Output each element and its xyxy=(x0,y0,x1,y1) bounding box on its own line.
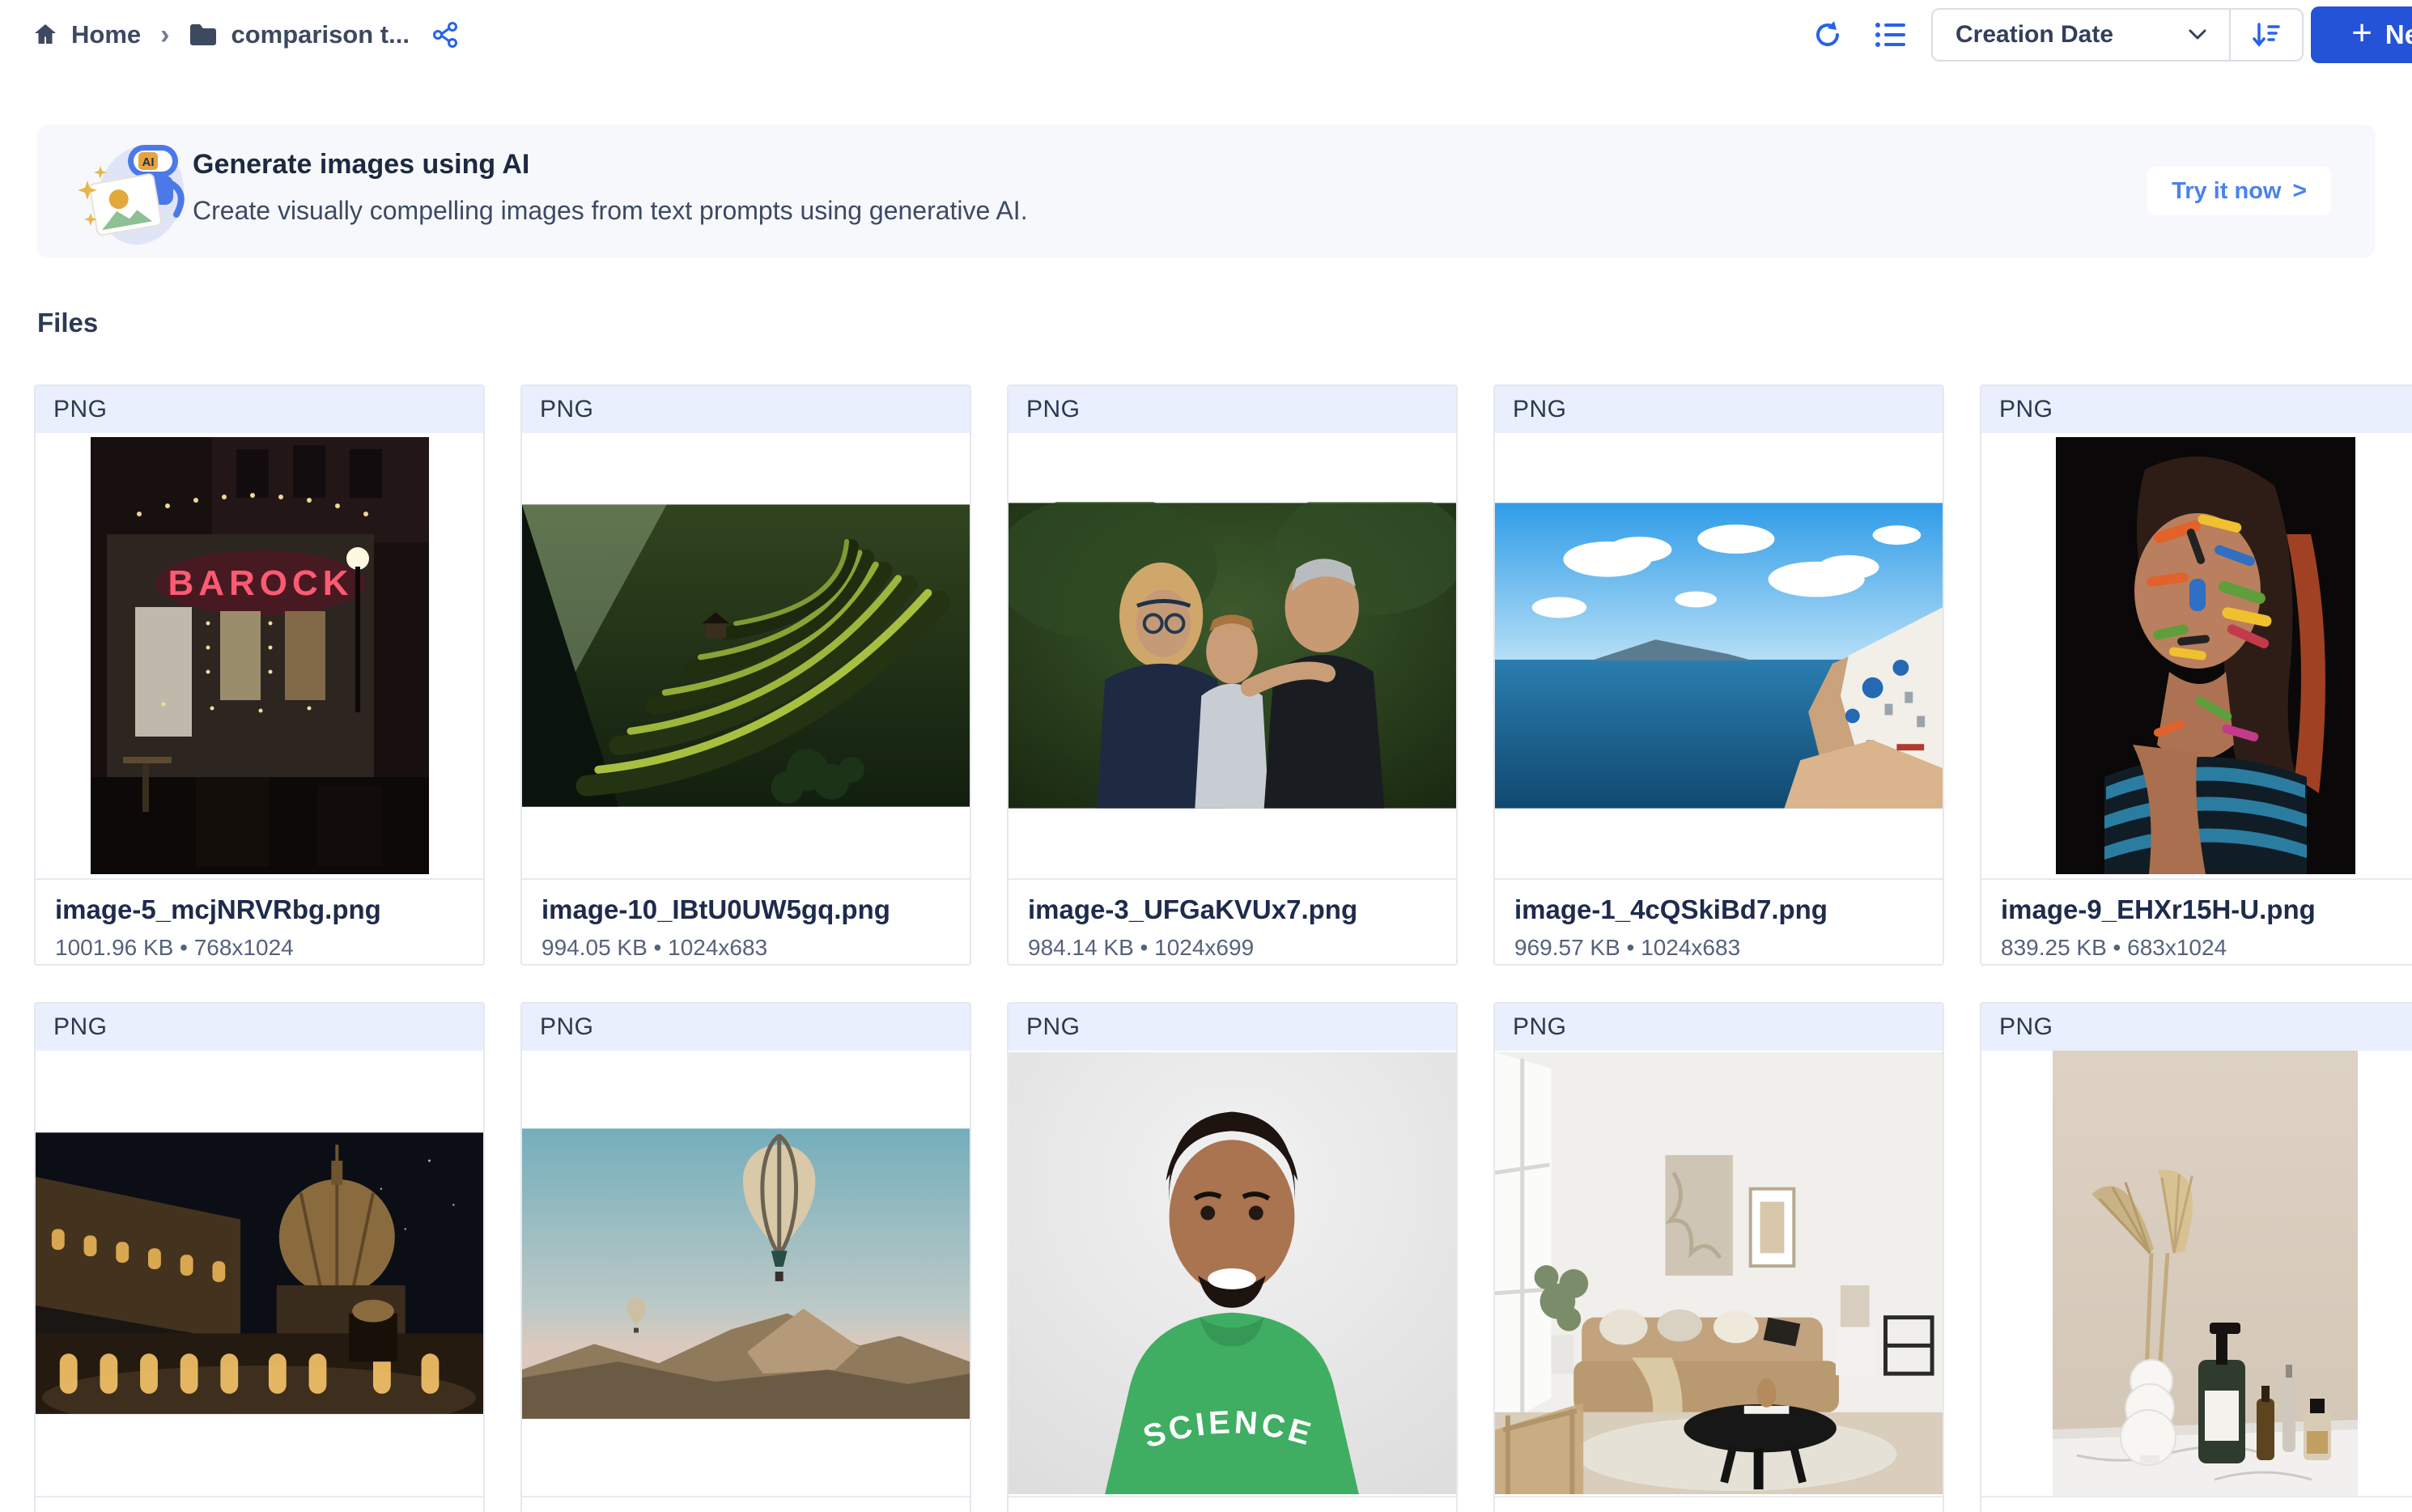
file-card[interactable]: PNG SCIENCE xyxy=(1007,1002,1458,1512)
file-grid: PNG BAROCK image-5_mcjNRVRbg.pn xyxy=(34,384,2412,1512)
home-icon[interactable] xyxy=(32,22,58,48)
file-type-badge: PNG xyxy=(1981,386,2412,433)
file-card[interactable]: PNG xyxy=(1493,1002,1944,1512)
file-type-badge: PNG xyxy=(1009,1004,1456,1051)
file-meta: 1001.96 KB • 768x1024 xyxy=(55,935,464,961)
refresh-icon[interactable] xyxy=(1811,19,1844,51)
thumbnail-image: BAROCK xyxy=(36,433,483,878)
file-card[interactable]: PNG xyxy=(520,1002,971,1512)
list-view-icon[interactable] xyxy=(1875,20,1907,49)
chevron-down-icon xyxy=(2189,29,2206,40)
top-bar: Home › comparison t... xyxy=(0,0,2412,70)
folder-icon xyxy=(189,23,218,47)
file-meta: 839.25 KB • 683x1024 xyxy=(2001,935,2410,961)
plus-icon: + xyxy=(2351,15,2372,51)
sort-descending-icon[interactable] xyxy=(2231,10,2302,60)
sort-control-group: Creation Date xyxy=(1931,8,2304,62)
breadcrumb: Home › comparison t... xyxy=(32,0,458,70)
thumbnail-image: SCIENCE xyxy=(1009,1051,1456,1496)
file-card[interactable]: PNG xyxy=(34,1002,485,1512)
share-icon[interactable] xyxy=(432,21,458,49)
file-card[interactable]: PNG xyxy=(1980,384,2412,966)
file-name: image-5_mcjNRVRbg.png xyxy=(55,894,464,925)
file-type-badge: PNG xyxy=(1009,386,1456,433)
file-name: image-10_IBtU0UW5gq.png xyxy=(541,894,950,925)
breadcrumb-home[interactable]: Home xyxy=(71,20,141,49)
thumbnail-image xyxy=(522,1051,970,1496)
sort-select[interactable]: Creation Date xyxy=(1933,10,2229,60)
file-type-badge: PNG xyxy=(522,386,970,433)
ai-robot-icon: AI xyxy=(76,130,197,252)
new-button[interactable]: + New xyxy=(2311,6,2412,63)
files-heading: Files xyxy=(37,308,98,338)
file-meta: 969.57 KB • 1024x683 xyxy=(1514,935,1923,961)
toolbar: Creation Date + New xyxy=(1797,0,2412,70)
chevron-right-icon: > xyxy=(2292,177,2307,205)
svg-text:BAROCK: BAROCK xyxy=(168,563,353,603)
file-type-badge: PNG xyxy=(1495,386,1943,433)
file-name: image-1_4cQSkiBd7.png xyxy=(1514,894,1923,925)
file-card[interactable]: PNG BAROCK image-5_mcjNRVRbg.pn xyxy=(34,384,485,966)
sort-select-value: Creation Date xyxy=(1956,21,2113,49)
banner-subtitle: Create visually compelling images from t… xyxy=(193,196,1028,226)
file-name: image-3_UFGaKVUx7.png xyxy=(1028,894,1437,925)
file-meta: 994.05 KB • 1024x683 xyxy=(541,935,950,961)
try-it-now-button[interactable]: Try it now > xyxy=(2147,167,2331,215)
file-type-badge: PNG xyxy=(522,1004,970,1051)
file-meta: 984.14 KB • 1024x699 xyxy=(1028,935,1437,961)
file-card[interactable]: PNG image-3_UFGaKVUx7 xyxy=(1007,384,1458,966)
file-name: image-9_EHXr15H-U.png xyxy=(2001,894,2410,925)
breadcrumb-separator: › xyxy=(160,19,169,51)
file-card[interactable]: PNG xyxy=(520,384,971,966)
banner-title: Generate images using AI xyxy=(193,149,529,181)
file-type-badge: PNG xyxy=(36,386,483,433)
thumbnail-image xyxy=(1009,433,1456,878)
thumbnail-image xyxy=(36,1051,483,1496)
thumbnail-image xyxy=(1495,1051,1943,1496)
thumbnail-image xyxy=(1981,433,2412,878)
ai-banner: AI Generate images using AI Create visua… xyxy=(37,125,2375,257)
svg-text:AI: AI xyxy=(142,155,155,169)
thumbnail-image xyxy=(1495,433,1943,878)
file-type-badge: PNG xyxy=(36,1004,483,1051)
breadcrumb-folder[interactable]: comparison t... xyxy=(231,20,409,49)
thumbnail-image xyxy=(522,433,970,878)
thumbnail-image xyxy=(1981,1051,2412,1496)
file-type-badge: PNG xyxy=(1495,1004,1943,1051)
file-card[interactable]: PNG xyxy=(1980,1002,2412,1512)
file-card[interactable]: PNG image-1_4cQSkiBd7.png 969.57 KB • 10… xyxy=(1493,384,1944,966)
file-type-badge: PNG xyxy=(1981,1004,2412,1051)
